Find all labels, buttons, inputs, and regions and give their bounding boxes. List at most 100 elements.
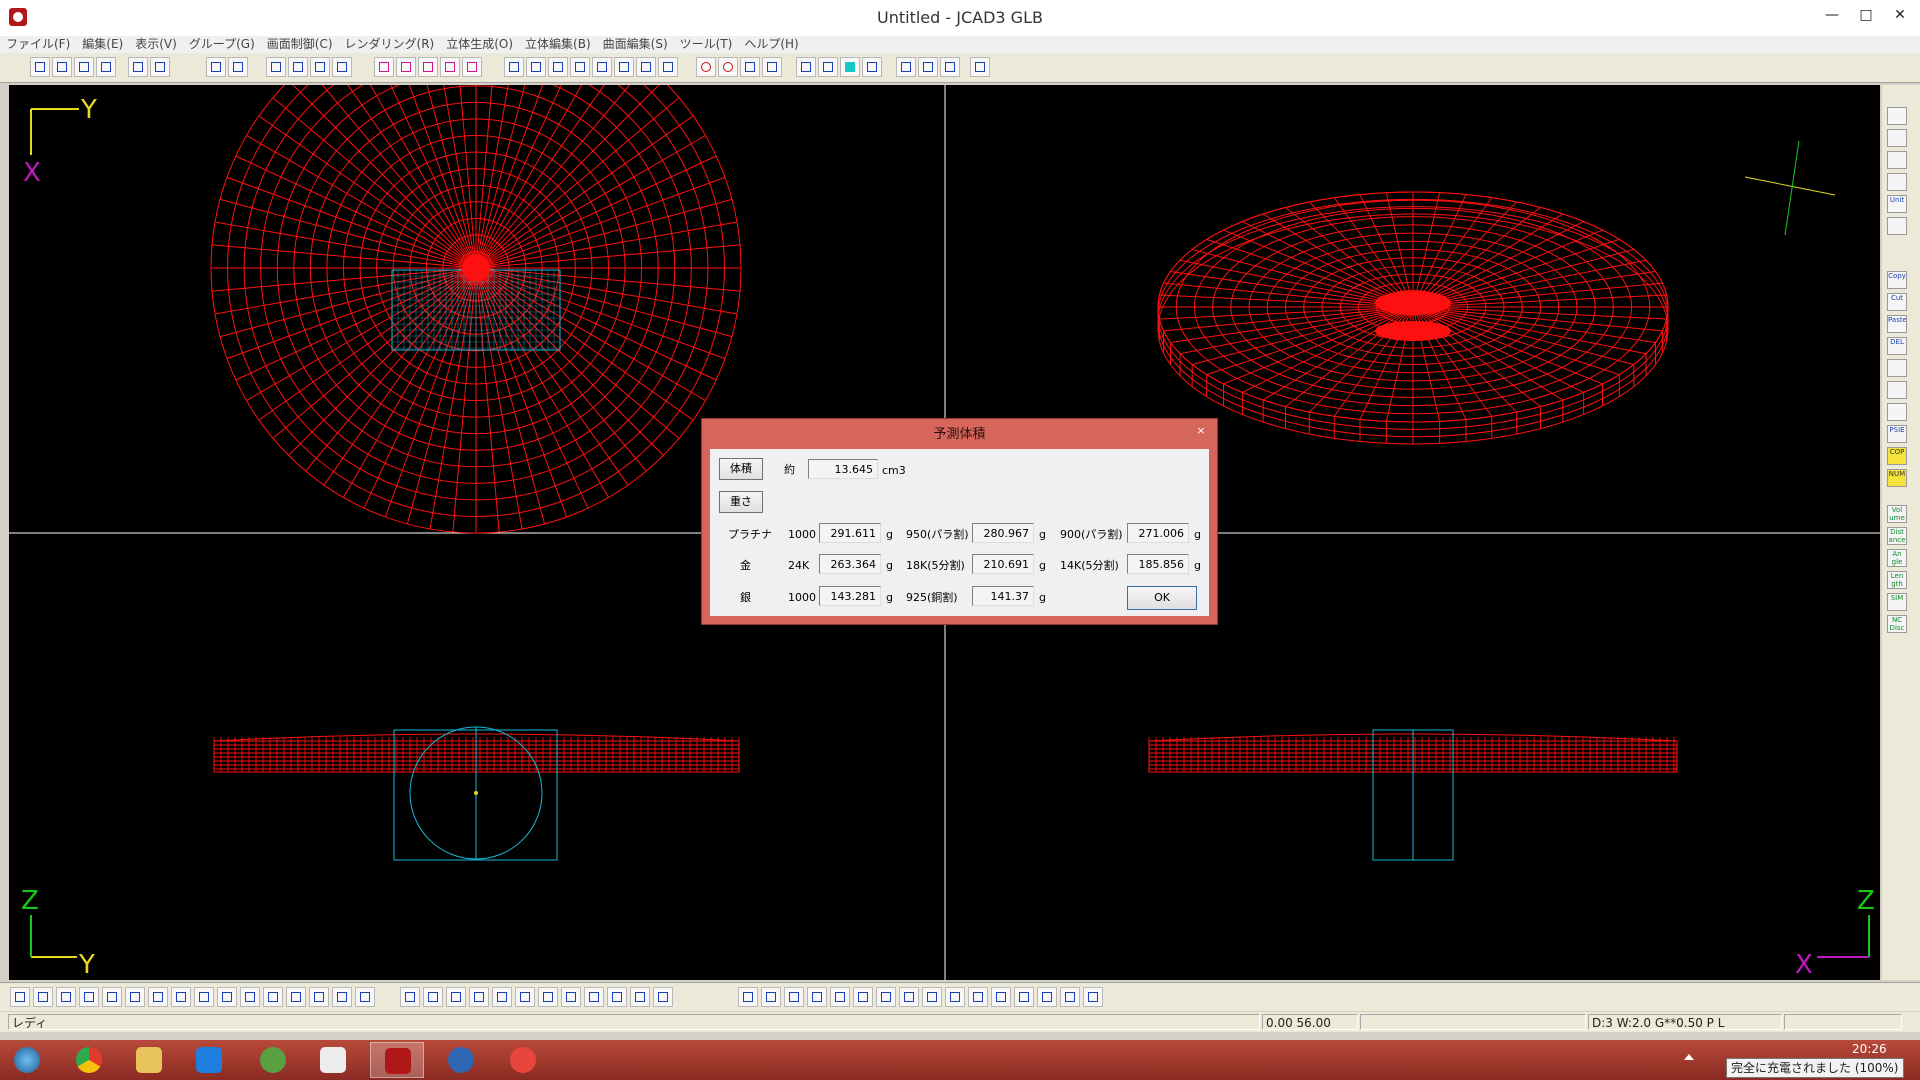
pan-hand-icon[interactable] bbox=[614, 57, 634, 77]
edit-red-icon[interactable] bbox=[1887, 359, 1907, 377]
copy-button[interactable]: Copy bbox=[1887, 271, 1907, 289]
bottom-tool-2-5-icon[interactable] bbox=[853, 987, 873, 1007]
bottom-tool-0-11-icon[interactable] bbox=[263, 987, 283, 1007]
view-sphere-icon[interactable] bbox=[1887, 107, 1907, 125]
bottom-tool-0-15-icon[interactable] bbox=[355, 987, 375, 1007]
circle-select-icon[interactable] bbox=[1887, 217, 1907, 235]
grid-dots-icon[interactable] bbox=[818, 57, 838, 77]
chrome-icon[interactable] bbox=[62, 1042, 116, 1078]
bottom-tool-1-6-icon[interactable] bbox=[538, 987, 558, 1007]
weight-calc-button[interactable]: 重さ bbox=[719, 491, 763, 513]
distance-button[interactable]: Dist ance bbox=[1887, 527, 1907, 545]
menu-tools[interactable]: ツール(T) bbox=[674, 36, 739, 53]
zoom-out-icon[interactable] bbox=[526, 57, 546, 77]
bottom-tool-1-4-icon[interactable] bbox=[492, 987, 512, 1007]
menu-solid-edit[interactable]: 立体編集(B) bbox=[519, 36, 597, 53]
bottom-tool-2-0-icon[interactable] bbox=[738, 987, 758, 1007]
menu-rendering[interactable]: レンダリング(R) bbox=[339, 36, 441, 53]
bottom-tool-2-7-icon[interactable] bbox=[899, 987, 919, 1007]
cop-button[interactable]: COP bbox=[1887, 447, 1907, 465]
tray-chevron-icon[interactable] bbox=[1684, 1054, 1694, 1060]
render-opengl-button[interactable] bbox=[396, 57, 416, 77]
set-group-button[interactable] bbox=[266, 57, 286, 77]
frame-view-icon[interactable] bbox=[762, 57, 782, 77]
turtle-app-icon[interactable] bbox=[246, 1042, 300, 1078]
bottom-tool-0-9-icon[interactable] bbox=[217, 987, 237, 1007]
bottom-tool-2-4-icon[interactable] bbox=[830, 987, 850, 1007]
bottom-tool-1-11-icon[interactable] bbox=[653, 987, 673, 1007]
bottom-tool-2-13-icon[interactable] bbox=[1037, 987, 1057, 1007]
volume-calc-button[interactable]: 体積 bbox=[719, 458, 763, 480]
view-iso-icon[interactable] bbox=[1887, 173, 1907, 191]
grid-icon[interactable] bbox=[796, 57, 816, 77]
bottom-tool-0-7-icon[interactable] bbox=[171, 987, 191, 1007]
zoom-in-icon[interactable] bbox=[504, 57, 524, 77]
sim-button[interactable]: SIM bbox=[1887, 593, 1907, 611]
bottom-tool-1-2-icon[interactable] bbox=[446, 987, 466, 1007]
menu-edit[interactable]: 編集(E) bbox=[76, 36, 129, 53]
bottom-tool-1-7-icon[interactable] bbox=[561, 987, 581, 1007]
dropbox-icon[interactable] bbox=[182, 1042, 236, 1078]
shade-opengl-button[interactable] bbox=[374, 57, 394, 77]
template-button[interactable] bbox=[918, 57, 938, 77]
cut-button[interactable]: Cut bbox=[1887, 293, 1907, 311]
bottom-tool-0-10-icon[interactable] bbox=[240, 987, 260, 1007]
start-button[interactable] bbox=[0, 1042, 54, 1078]
open-folder-icon[interactable] bbox=[52, 57, 72, 77]
bottom-tool-0-0-icon[interactable] bbox=[10, 987, 30, 1007]
pick-group-button[interactable] bbox=[332, 57, 352, 77]
clock[interactable]: 20:26 bbox=[1852, 1042, 1887, 1056]
print-icon[interactable] bbox=[96, 57, 116, 77]
bottom-tool-2-12-icon[interactable] bbox=[1014, 987, 1034, 1007]
save-icon[interactable] bbox=[74, 57, 94, 77]
bottom-tool-0-3-icon[interactable] bbox=[79, 987, 99, 1007]
dialog-close-button[interactable]: × bbox=[1191, 423, 1211, 439]
bottom-tool-2-9-icon[interactable] bbox=[945, 987, 965, 1007]
zoom-red-in-icon[interactable] bbox=[696, 57, 716, 77]
delete-button[interactable]: DEL bbox=[1887, 337, 1907, 355]
jcad-task-icon[interactable] bbox=[370, 1042, 424, 1078]
thunderbird-icon[interactable] bbox=[434, 1042, 488, 1078]
group-select-icon[interactable] bbox=[206, 57, 226, 77]
bottom-tool-0-14-icon[interactable] bbox=[332, 987, 352, 1007]
bottom-tool-2-14-icon[interactable] bbox=[1060, 987, 1080, 1007]
menu-screen-control[interactable]: 画面制御(C) bbox=[261, 36, 339, 53]
texture-button[interactable] bbox=[940, 57, 960, 77]
list-icon[interactable] bbox=[1887, 403, 1907, 421]
glb-button[interactable] bbox=[896, 57, 916, 77]
bottom-tool-1-9-icon[interactable] bbox=[607, 987, 627, 1007]
bottom-tool-0-1-icon[interactable] bbox=[33, 987, 53, 1007]
zoom-red-out-icon[interactable] bbox=[718, 57, 738, 77]
nc-disc-button[interactable]: NC Disc bbox=[1887, 615, 1907, 633]
bottom-tool-2-3-icon[interactable] bbox=[807, 987, 827, 1007]
zoom-window-icon[interactable] bbox=[548, 57, 568, 77]
redo-button[interactable] bbox=[150, 57, 170, 77]
length-button[interactable]: Len gth bbox=[1887, 571, 1907, 589]
menu-view[interactable]: 表示(V) bbox=[129, 36, 183, 53]
bottom-tool-2-8-icon[interactable] bbox=[922, 987, 942, 1007]
psie-button[interactable]: PSIE bbox=[1887, 425, 1907, 443]
home-view-button[interactable] bbox=[636, 57, 656, 77]
bottom-tool-1-1-icon[interactable] bbox=[423, 987, 443, 1007]
bottom-tool-2-1-icon[interactable] bbox=[761, 987, 781, 1007]
bottom-tool-1-0-icon[interactable] bbox=[400, 987, 420, 1007]
grid-snap-icon[interactable] bbox=[840, 57, 860, 77]
explorer-icon[interactable] bbox=[122, 1042, 176, 1078]
zoom-all-icon[interactable] bbox=[570, 57, 590, 77]
undo-button[interactable] bbox=[128, 57, 148, 77]
bottom-tool-1-8-icon[interactable] bbox=[584, 987, 604, 1007]
window-app-icon[interactable] bbox=[306, 1042, 360, 1078]
back-view-button[interactable] bbox=[658, 57, 678, 77]
bottom-tool-0-6-icon[interactable] bbox=[148, 987, 168, 1007]
unit-button[interactable]: Unit bbox=[1887, 195, 1907, 213]
menu-help[interactable]: ヘルプ(H) bbox=[738, 36, 804, 53]
bottom-tool-0-2-icon[interactable] bbox=[56, 987, 76, 1007]
render-ray-button[interactable] bbox=[418, 57, 438, 77]
bottom-tool-1-10-icon[interactable] bbox=[630, 987, 650, 1007]
bottom-tool-1-5-icon[interactable] bbox=[515, 987, 535, 1007]
set-base-button[interactable] bbox=[862, 57, 882, 77]
rotate-view-icon[interactable] bbox=[740, 57, 760, 77]
bottom-tool-1-3-icon[interactable] bbox=[469, 987, 489, 1007]
bottom-tool-0-5-icon[interactable] bbox=[125, 987, 145, 1007]
menu-solid-create[interactable]: 立体生成(O) bbox=[440, 36, 519, 53]
